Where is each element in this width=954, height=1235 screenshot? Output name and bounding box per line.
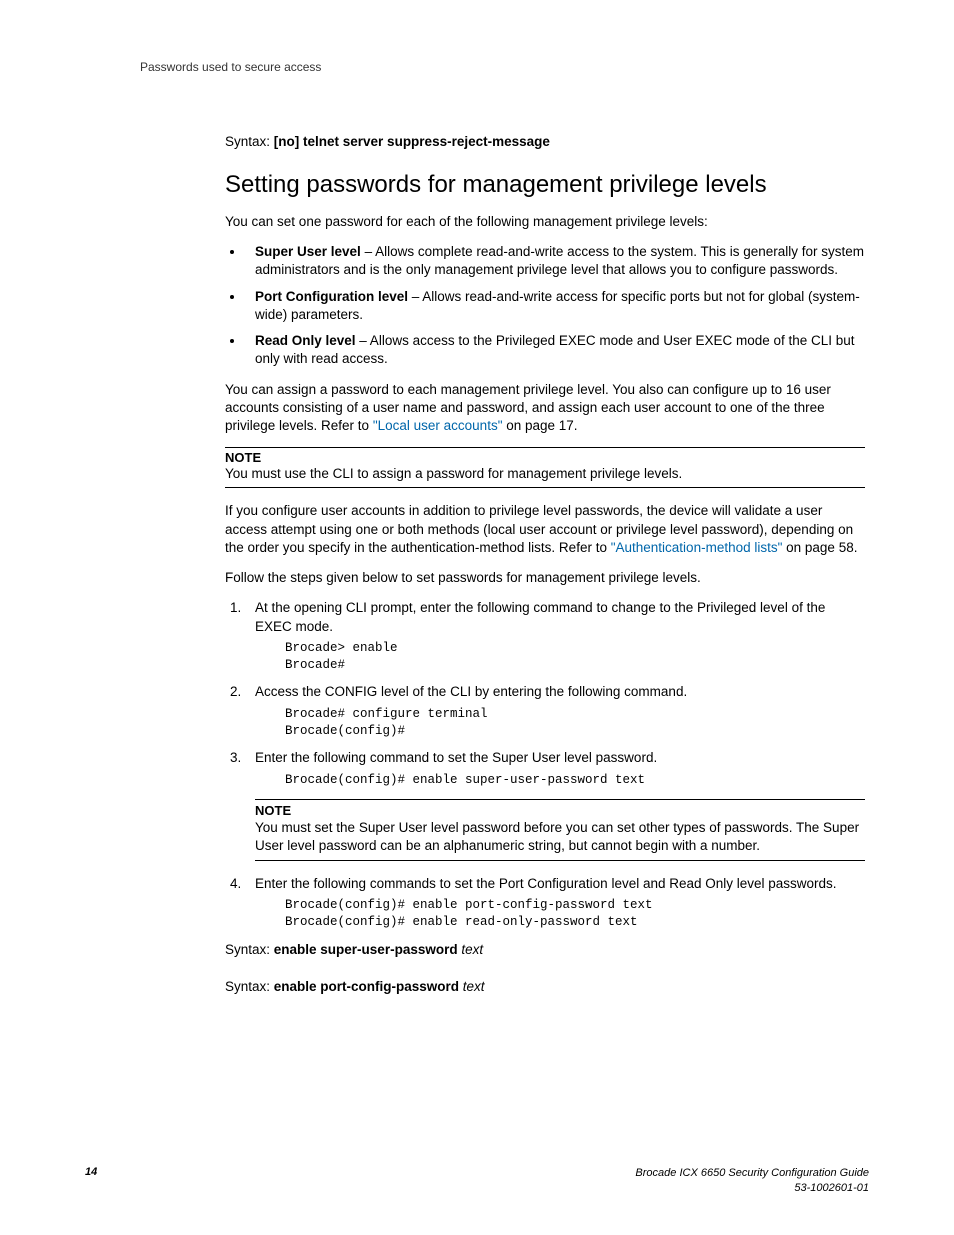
text-fragment: on page 58.: [782, 540, 857, 555]
bullet-super-user: Super User level – Allows complete read-…: [245, 243, 865, 279]
note-cli-assign: NOTE You must use the CLI to assign a pa…: [225, 447, 865, 488]
rule: [225, 447, 865, 448]
syntax-super-user: Syntax: enable super-user-password text: [225, 942, 865, 957]
intro-paragraph: You can set one password for each of the…: [225, 213, 865, 231]
note-title: NOTE: [225, 450, 865, 465]
follow-steps-paragraph: Follow the steps given below to set pass…: [225, 569, 865, 587]
note-super-user-first: NOTE You must set the Super User level p…: [255, 799, 865, 861]
running-header: Passwords used to secure access: [140, 60, 869, 74]
validate-paragraph: If you configure user accounts in additi…: [225, 502, 865, 557]
syntax-label: Syntax:: [225, 134, 274, 149]
code-block: Brocade# configure terminal Brocade(conf…: [285, 706, 865, 740]
step-2: Access the CONFIG level of the CLI by en…: [245, 683, 865, 739]
note-body: You must set the Super User level passwo…: [255, 819, 865, 855]
text-fragment: on page 17.: [502, 418, 577, 433]
code-block: Brocade> enable Brocade#: [285, 640, 865, 674]
step-text: At the opening CLI prompt, enter the fol…: [255, 600, 825, 633]
note-title: NOTE: [255, 802, 865, 820]
rule: [225, 487, 865, 488]
steps-list: At the opening CLI prompt, enter the fol…: [245, 599, 865, 930]
step-1: At the opening CLI prompt, enter the fol…: [245, 599, 865, 673]
syntax-command: [no] telnet server suppress-reject-messa…: [274, 134, 550, 149]
bullet-title: Super User level: [255, 244, 361, 259]
page-footer: 14 Brocade ICX 6650 Security Configurati…: [85, 1166, 869, 1195]
bullet-read-only: Read Only level – Allows access to the P…: [245, 332, 865, 368]
syntax-telnet-suppress: Syntax: [no] telnet server suppress-reje…: [225, 134, 865, 149]
rule: [255, 799, 865, 800]
rule: [255, 860, 865, 861]
footer-title: Brocade ICX 6650 Security Configuration …: [635, 1167, 869, 1179]
step-text: Enter the following command to set the S…: [255, 750, 657, 765]
link-auth-method-lists[interactable]: "Authentication-method lists": [611, 540, 783, 555]
syntax-command: enable port-config-password: [274, 979, 463, 994]
code-block: Brocade(config)# enable port-config-pass…: [285, 897, 865, 931]
syntax-label: Syntax:: [225, 979, 274, 994]
step-3: Enter the following command to set the S…: [245, 749, 865, 860]
step-text: Enter the following commands to set the …: [255, 876, 837, 891]
syntax-command: enable super-user-password: [274, 942, 462, 957]
note-body: You must use the CLI to assign a passwor…: [225, 465, 865, 483]
bullet-title: Port Configuration level: [255, 289, 408, 304]
link-local-user-accounts[interactable]: "Local user accounts": [373, 418, 503, 433]
step-4: Enter the following commands to set the …: [245, 875, 865, 931]
footer-docnum: 53-1002601-01: [794, 1182, 869, 1194]
section-heading: Setting passwords for management privile…: [225, 171, 865, 199]
level-bullet-list: Super User level – Allows complete read-…: [245, 243, 865, 368]
syntax-port-config: Syntax: enable port-config-password text: [225, 979, 865, 994]
step-text: Access the CONFIG level of the CLI by en…: [255, 684, 687, 699]
syntax-arg: text: [461, 942, 483, 957]
bullet-port-config: Port Configuration level – Allows read-a…: [245, 288, 865, 324]
syntax-label: Syntax:: [225, 942, 274, 957]
bullet-title: Read Only level: [255, 333, 356, 348]
assign-paragraph: You can assign a password to each manage…: [225, 381, 865, 436]
code-block: Brocade(config)# enable super-user-passw…: [285, 772, 865, 789]
syntax-arg: text: [463, 979, 485, 994]
page-number: 14: [85, 1166, 97, 1178]
